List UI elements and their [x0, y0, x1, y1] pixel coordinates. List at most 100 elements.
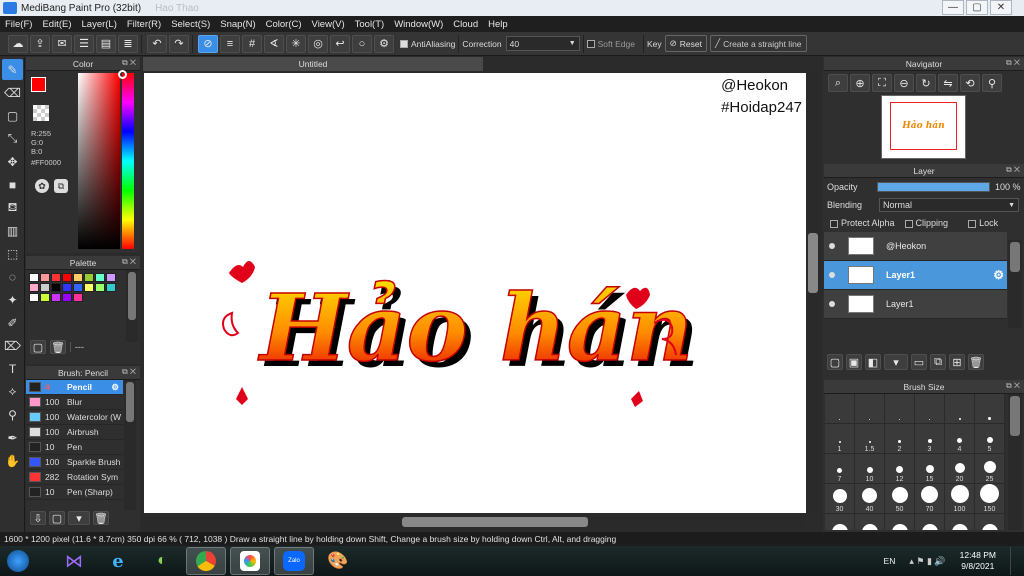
antialiasing-toggle[interactable]: AntiAliasing	[400, 39, 455, 49]
brush-item[interactable]: 4 Pencil ⚙	[26, 380, 123, 395]
magic-wand-tool-icon[interactable]: ✦	[2, 289, 23, 310]
color-picker-icon[interactable]: ⧉	[54, 179, 68, 193]
menu-layer[interactable]: Layer(L)	[77, 19, 122, 30]
zoom-in-icon[interactable]: ⊕	[850, 74, 870, 92]
transparent-swatch[interactable]	[33, 105, 49, 121]
palette-swatch[interactable]	[29, 273, 39, 282]
snap-concentric-icon[interactable]: ◎	[308, 34, 328, 53]
select-pen-tool-icon[interactable]: ✐	[2, 312, 23, 333]
lock-checkbox[interactable]	[968, 219, 977, 228]
palette-swatch[interactable]	[40, 283, 50, 292]
duplicate-layer-icon[interactable]: ⧉	[930, 354, 946, 370]
lasso-tool-icon[interactable]: ◌	[2, 266, 23, 287]
brush-size-cell[interactable]: 2	[885, 424, 915, 454]
brush-item[interactable]: 10 Pen (Sharp)	[26, 485, 123, 500]
minimize-button[interactable]: —	[942, 0, 964, 15]
snap-radial-icon[interactable]: ✳	[286, 34, 306, 53]
brush-size-cell[interactable]: 1	[825, 424, 855, 454]
straight-line-button[interactable]: ╱ Create a straight line	[709, 35, 807, 52]
brush-scrollbar[interactable]	[124, 380, 136, 510]
layer-add-menu-icon[interactable]: ▾	[884, 354, 908, 370]
brush-size-cell[interactable]: 1.5	[855, 424, 885, 454]
brush-size-cell[interactable]	[975, 394, 1005, 424]
brush-size-cell[interactable]: 12	[885, 454, 915, 484]
move-tool-icon[interactable]: ✥	[2, 151, 23, 172]
brush-size-cell[interactable]	[855, 394, 885, 424]
brush-size-cell[interactable]: 30	[825, 484, 855, 514]
menu-edit[interactable]: Edit(E)	[37, 19, 76, 30]
palette-swatch[interactable]	[84, 283, 94, 292]
menu-snap[interactable]: Snap(N)	[215, 19, 260, 30]
select-tool-icon[interactable]: ⬚	[2, 243, 23, 264]
color-wheel-icon[interactable]: ✿	[35, 179, 49, 193]
menu-file[interactable]: File(F)	[0, 19, 37, 30]
list-icon[interactable]: ≣	[118, 34, 138, 53]
palette-swatch[interactable]	[51, 273, 61, 282]
brush-size-cell[interactable]	[915, 394, 945, 424]
brush-size-cell[interactable]	[885, 514, 915, 530]
menu-color[interactable]: Color(C)	[261, 19, 307, 30]
brush-add-menu-icon[interactable]: ▾	[68, 511, 90, 525]
maximize-button[interactable]: ▢	[966, 0, 988, 15]
palette-swatch[interactable]	[84, 273, 94, 282]
snap-curve-icon[interactable]: ↩	[330, 34, 350, 53]
trash-icon[interactable]: 🗑	[93, 511, 109, 525]
menu-cloud[interactable]: Cloud	[448, 19, 483, 30]
horizontal-scroll-thumb[interactable]	[402, 517, 588, 527]
gradient-tool-icon[interactable]: ▥	[2, 220, 23, 241]
select-eraser-tool-icon[interactable]: ⌦	[2, 335, 23, 356]
rotate-icon[interactable]: ↻	[916, 74, 936, 92]
new-brush-icon[interactable]: ▢	[49, 511, 65, 525]
palette-swatch[interactable]	[73, 273, 83, 282]
document-icon[interactable]: ▤	[96, 34, 116, 53]
folder-icon[interactable]: ▭	[911, 354, 927, 370]
hue-slider[interactable]	[122, 73, 134, 249]
layer-row[interactable]: Layer1	[824, 290, 1007, 319]
brush-size-cell[interactable]	[885, 394, 915, 424]
rectangle-tool-icon[interactable]: ▢	[2, 105, 23, 126]
visibility-icon[interactable]	[824, 243, 840, 249]
brush-size-cell[interactable]: 150	[975, 484, 1005, 514]
palette-swatch[interactable]	[29, 293, 39, 302]
palette-scrollbar[interactable]	[126, 270, 138, 342]
palette-swatch[interactable]	[62, 273, 72, 282]
snap-circle-icon[interactable]: ○	[352, 34, 372, 53]
menu-select[interactable]: Select(S)	[166, 19, 215, 30]
panel-popout-icon[interactable]: ⧉ ✕	[122, 257, 136, 267]
gear-icon[interactable]: ⚙	[993, 268, 1004, 282]
snap-grid-icon[interactable]: #	[242, 34, 262, 53]
eraser-tool-icon[interactable]: ⌫	[2, 82, 23, 103]
zalo-pc-icon[interactable]: ◐	[142, 547, 182, 575]
palette-swatch[interactable]	[40, 293, 50, 302]
panel-popout-icon[interactable]: ⧉ ✕	[122, 58, 136, 68]
share-icon[interactable]: ⇪	[30, 34, 50, 53]
visibility-icon[interactable]	[824, 272, 840, 278]
palette-swatch[interactable]	[40, 273, 50, 282]
redo-icon[interactable]: ↷	[169, 34, 189, 53]
brush-size-cell[interactable]	[945, 394, 975, 424]
brush-size-cell[interactable]: 10	[855, 454, 885, 484]
divide-tool-icon[interactable]: ⟡	[2, 381, 23, 402]
navigator-preview[interactable]: Hảo hán	[881, 95, 966, 159]
vertical-scrollbar[interactable]	[806, 73, 820, 513]
brush-size-cell[interactable]	[945, 514, 975, 530]
language-indicator[interactable]: EN	[884, 556, 896, 566]
zalo-icon[interactable]: Zalo	[274, 547, 314, 575]
menu-tool[interactable]: Tool(T)	[350, 19, 390, 30]
hand-tool-icon[interactable]: ✋	[2, 450, 23, 471]
palette-swatch[interactable]	[29, 283, 39, 292]
layer-row[interactable]: Layer1 ⚙	[824, 261, 1007, 290]
eyedropper-tool-icon[interactable]: ⚲	[2, 404, 23, 425]
new-palette-icon[interactable]: ▢	[30, 340, 46, 354]
brush-size-cell[interactable]: 100	[945, 484, 975, 514]
dropper-tool-icon[interactable]: ✒	[2, 427, 23, 448]
brush-size-cell[interactable]: 3	[915, 424, 945, 454]
brush-size-cell[interactable]: 50	[885, 484, 915, 514]
palette-scroll-thumb[interactable]	[128, 272, 136, 320]
flip-icon[interactable]: ⇋	[938, 74, 958, 92]
blending-select[interactable]: Normal ▼	[879, 198, 1019, 212]
comment-icon[interactable]: ✉	[52, 34, 72, 53]
reset-button[interactable]: ⊘ Reset	[664, 35, 707, 52]
lock-option[interactable]: Lock	[968, 218, 998, 228]
text-tool-icon[interactable]: T	[2, 358, 23, 379]
